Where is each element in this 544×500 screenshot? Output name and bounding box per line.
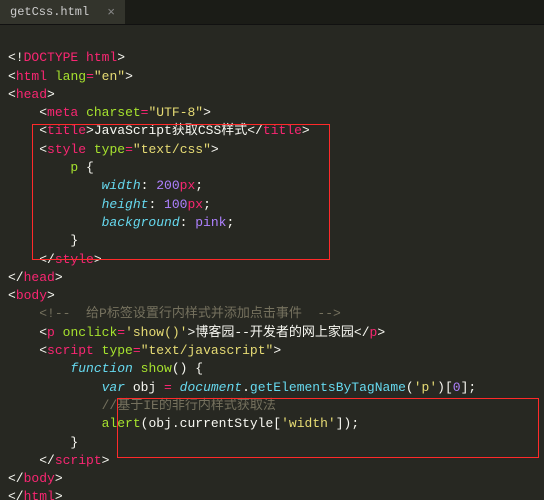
html-comment: <!-- 给P标签设置行内样式并添加点击事件 --> (39, 306, 341, 321)
paragraph-text: 博客园--开发者的网上家园 (195, 325, 354, 340)
js-comment: //基于IE的非行内样式获取法 (102, 398, 276, 413)
code-editor[interactable]: <!DOCTYPE html> <html lang="en"> <head> … (0, 25, 544, 500)
close-icon[interactable]: × (107, 6, 115, 19)
tag-body-close: body (24, 471, 55, 486)
tag-html-open: html (16, 69, 47, 84)
tab-bar: getCss.html × (0, 0, 544, 25)
tag-head-close: head (24, 270, 55, 285)
tab-filename: getCss.html (10, 5, 89, 19)
title-text: JavaScript获取CSS样式 (94, 123, 247, 138)
tag-head-open: head (16, 87, 47, 102)
tag-html-close: html (24, 489, 55, 500)
doctype: DOCTYPE html (24, 50, 118, 65)
tab-getcss[interactable]: getCss.html × (0, 0, 125, 24)
tag-body-open: body (16, 288, 47, 303)
